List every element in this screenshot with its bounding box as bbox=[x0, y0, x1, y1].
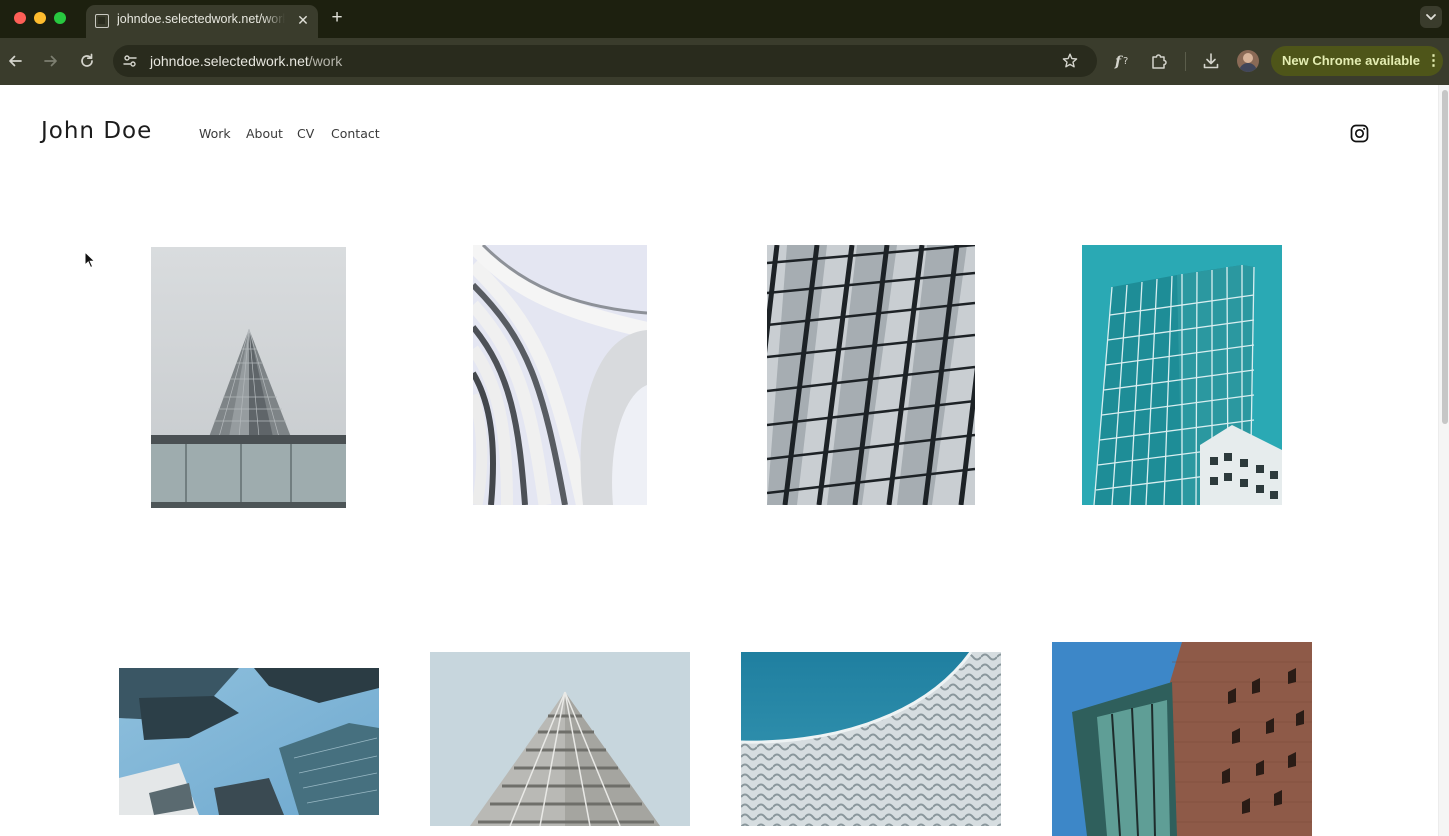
gallery-item-8[interactable] bbox=[1052, 642, 1312, 836]
chevron-down-icon bbox=[1426, 14, 1436, 20]
bookmark-star-icon[interactable] bbox=[1061, 52, 1079, 70]
favicon-icon bbox=[95, 14, 109, 28]
puzzle-icon bbox=[1152, 54, 1167, 69]
curved-balconies-photo bbox=[473, 245, 647, 505]
arrow-left-icon bbox=[9, 55, 22, 67]
url-host: johndoe.selectedwork.net bbox=[150, 53, 309, 69]
minimize-window-button[interactable] bbox=[34, 12, 46, 24]
woven-facade-photo bbox=[741, 652, 1001, 826]
skyscraper-photo bbox=[151, 247, 346, 508]
url-path: /work bbox=[308, 53, 343, 69]
profile-avatar[interactable] bbox=[1237, 50, 1259, 72]
close-window-button[interactable] bbox=[14, 12, 26, 24]
tune-icon bbox=[123, 55, 137, 67]
mouse-cursor bbox=[84, 251, 96, 269]
window-grid-photo bbox=[767, 245, 975, 505]
back-button[interactable] bbox=[4, 50, 26, 72]
star-icon bbox=[1062, 53, 1078, 68]
forward-button[interactable] bbox=[40, 50, 62, 72]
formula-extension-icon[interactable]: f ? bbox=[1113, 51, 1133, 71]
address-bar[interactable]: johndoe.selectedwork.net/work bbox=[113, 45, 1097, 77]
gallery-item-7[interactable] bbox=[741, 652, 1001, 826]
gallery-item-5[interactable] bbox=[119, 668, 379, 815]
glass-tower-photo bbox=[1082, 245, 1282, 505]
nav-link-work[interactable]: Work bbox=[199, 126, 231, 141]
gallery-item-4[interactable] bbox=[1082, 245, 1282, 505]
extensions-puzzle-icon[interactable] bbox=[1149, 51, 1169, 71]
nav-link-contact[interactable]: Contact bbox=[331, 126, 380, 141]
function-icon: f ? bbox=[1114, 54, 1128, 70]
page-scrollbar[interactable] bbox=[1438, 85, 1449, 836]
stepped-pyramid-photo bbox=[430, 652, 690, 826]
page-viewport: John Doe Work About CV Contact bbox=[0, 85, 1438, 836]
url-text: johndoe.selectedwork.net/work bbox=[150, 53, 342, 69]
maximize-window-button[interactable] bbox=[54, 12, 66, 24]
reload-button[interactable] bbox=[76, 50, 98, 72]
arrow-right-icon bbox=[44, 55, 57, 67]
tab-close-icon[interactable]: ✕ bbox=[294, 11, 312, 29]
site-title[interactable]: John Doe bbox=[41, 118, 152, 144]
downloads-icon[interactable] bbox=[1201, 51, 1221, 71]
svg-text:?: ? bbox=[1123, 56, 1128, 67]
chrome-update-button[interactable]: New Chrome available ⋮ bbox=[1271, 46, 1443, 76]
toolbar-divider bbox=[1185, 52, 1186, 71]
gallery-item-6[interactable] bbox=[430, 652, 690, 826]
scrollbar-thumb[interactable] bbox=[1442, 90, 1448, 424]
download-icon bbox=[1203, 53, 1219, 69]
gallery-item-2[interactable] bbox=[473, 245, 647, 505]
browser-toolbar: johndoe.selectedwork.net/work f ? New Ch… bbox=[0, 38, 1449, 85]
browser-tab-bar: johndoe.selectedwork.net/work ✕ + bbox=[0, 0, 1449, 38]
instagram-link[interactable] bbox=[1350, 124, 1369, 143]
brick-building-photo bbox=[1052, 642, 1312, 836]
more-vert-icon[interactable]: ⋮ bbox=[1426, 52, 1441, 70]
reload-icon bbox=[81, 53, 93, 67]
nav-link-cv[interactable]: CV bbox=[297, 126, 314, 141]
plus-icon[interactable]: + bbox=[327, 8, 347, 28]
instagram-icon bbox=[1350, 124, 1369, 143]
tab-search-button[interactable] bbox=[1420, 6, 1442, 28]
browser-tab-active[interactable]: johndoe.selectedwork.net/work ✕ bbox=[86, 5, 318, 38]
tab-title: johndoe.selectedwork.net/work bbox=[117, 12, 285, 30]
nav-link-about[interactable]: About bbox=[246, 126, 283, 141]
gallery-item-1[interactable] bbox=[151, 247, 346, 508]
gallery-item-3[interactable] bbox=[767, 245, 975, 505]
towers-looking-up-photo bbox=[119, 668, 379, 815]
site-settings-icon[interactable] bbox=[122, 53, 138, 69]
update-label: New Chrome available bbox=[1282, 53, 1420, 68]
